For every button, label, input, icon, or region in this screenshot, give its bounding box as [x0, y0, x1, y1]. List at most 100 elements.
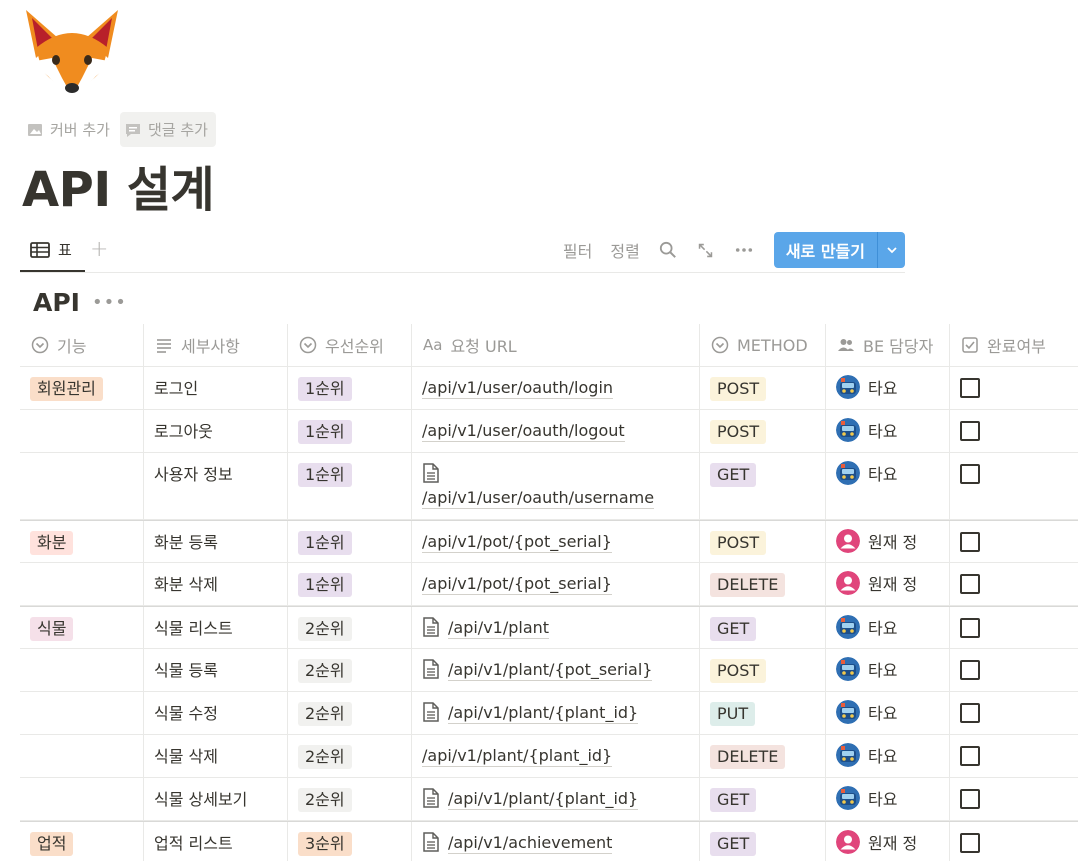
column-header-done[interactable]: 완료여부 — [950, 324, 1078, 366]
column-header-feature[interactable]: 기능 — [20, 324, 144, 366]
cell-feature[interactable] — [20, 563, 144, 605]
search-icon[interactable] — [658, 240, 678, 260]
done-checkbox[interactable] — [960, 464, 980, 484]
cell-feature[interactable]: 화분 — [20, 521, 144, 562]
column-header-priority[interactable]: 우선순위 — [288, 324, 412, 366]
expand-icon[interactable] — [696, 240, 716, 260]
cell-owner[interactable]: 타요 — [826, 735, 950, 777]
cell-owner[interactable]: 원재 정 — [826, 521, 950, 562]
sort-button[interactable]: 정렬 — [610, 238, 639, 262]
cell-method[interactable]: DELETE — [700, 563, 826, 605]
table-row[interactable]: 식물 등록 2순위/api/v1/plant/{pot_serial} POST 타요 — [20, 649, 1078, 692]
cell-feature[interactable]: 회원관리 — [20, 367, 144, 409]
url-link[interactable]: /api/v1/user/oauth/login — [422, 375, 614, 399]
table-row[interactable]: 사용자 정보 1순위/api/v1/user/oauth/username GET 타… — [20, 453, 1078, 520]
table-row[interactable]: 식물 식물 리스트 2순위/api/v1/plant GET 타요 — [20, 606, 1078, 649]
cell-detail[interactable]: 화분 삭제 — [144, 563, 288, 605]
url-link[interactable]: /api/v1/achievement — [448, 830, 613, 854]
cell-priority[interactable]: 1순위 — [288, 410, 412, 452]
cell-feature[interactable] — [20, 453, 144, 519]
url-link[interactable]: /api/v1/user/oauth/username — [422, 485, 655, 509]
cell-done[interactable] — [950, 822, 1078, 861]
url-link[interactable]: /api/v1/plant — [448, 615, 550, 639]
cell-url[interactable]: /api/v1/achievement — [412, 822, 700, 861]
cell-priority[interactable]: 3순위 — [288, 822, 412, 861]
cell-feature[interactable] — [20, 692, 144, 734]
cell-method[interactable]: GET — [700, 453, 826, 519]
cell-done[interactable] — [950, 692, 1078, 734]
cell-url[interactable]: /api/v1/user/oauth/login — [412, 367, 700, 409]
cell-detail[interactable]: 식물 수정 — [144, 692, 288, 734]
add-view-button[interactable]: + — [90, 237, 108, 262]
table-row[interactable]: 회원관리 로그인 1순위/api/v1/user/oauth/login POST 타요 — [20, 367, 1078, 410]
url-link[interactable]: /api/v1/user/oauth/logout — [422, 418, 625, 442]
done-checkbox[interactable] — [960, 703, 980, 723]
cell-method[interactable]: POST — [700, 649, 826, 691]
table-row[interactable]: 화분 화분 등록 1순위/api/v1/pot/{pot_serial} POST 원재… — [20, 520, 1078, 563]
cell-url[interactable]: /api/v1/plant/{pot_serial} — [412, 649, 700, 691]
cell-method[interactable]: DELETE — [700, 735, 826, 777]
cell-url[interactable]: /api/v1/plant/{plant_id} — [412, 692, 700, 734]
tab-table-view[interactable]: 표 — [20, 229, 85, 272]
cell-feature[interactable]: 식물 — [20, 607, 144, 648]
cell-owner[interactable]: 원재 정 — [826, 822, 950, 861]
cell-priority[interactable]: 1순위 — [288, 367, 412, 409]
table-row[interactable]: 화분 삭제 1순위/api/v1/pot/{pot_serial} DELETE 원재… — [20, 563, 1078, 606]
cell-owner[interactable]: 타요 — [826, 367, 950, 409]
cell-method[interactable]: GET — [700, 822, 826, 861]
done-checkbox[interactable] — [960, 574, 980, 594]
table-row[interactable]: 식물 상세보기 2순위/api/v1/plant/{plant_id} GET 타요 — [20, 778, 1078, 821]
done-checkbox[interactable] — [960, 833, 980, 853]
done-checkbox[interactable] — [960, 532, 980, 552]
cell-priority[interactable]: 1순위 — [288, 563, 412, 605]
cell-priority[interactable]: 1순위 — [288, 521, 412, 562]
cell-feature[interactable] — [20, 735, 144, 777]
cell-priority[interactable]: 1순위 — [288, 453, 412, 519]
cell-done[interactable] — [950, 607, 1078, 648]
cell-done[interactable] — [950, 521, 1078, 562]
cell-detail[interactable]: 식물 등록 — [144, 649, 288, 691]
cell-priority[interactable]: 2순위 — [288, 607, 412, 648]
fox-icon[interactable] — [22, 8, 122, 100]
cell-method[interactable]: PUT — [700, 692, 826, 734]
url-link[interactable]: /api/v1/plant/{plant_id} — [422, 743, 613, 767]
cell-url[interactable]: /api/v1/plant/{plant_id} — [412, 735, 700, 777]
cell-owner[interactable]: 원재 정 — [826, 563, 950, 605]
more-icon[interactable] — [734, 240, 754, 260]
cell-url[interactable]: /api/v1/plant — [412, 607, 700, 648]
table-row[interactable]: 식물 수정 2순위/api/v1/plant/{plant_id} PUT 타요 — [20, 692, 1078, 735]
cell-owner[interactable]: 타요 — [826, 607, 950, 648]
database-more-icon[interactable]: ••• — [92, 292, 127, 313]
filter-button[interactable]: 필터 — [563, 238, 592, 262]
url-link[interactable]: /api/v1/plant/{plant_id} — [448, 700, 639, 724]
new-button[interactable]: 새로 만들기 — [773, 232, 877, 268]
cell-method[interactable]: GET — [700, 607, 826, 648]
add-cover-button[interactable]: 커버 추가 — [22, 112, 118, 147]
cell-detail[interactable]: 로그인 — [144, 367, 288, 409]
cell-detail[interactable]: 화분 등록 — [144, 521, 288, 562]
cell-owner[interactable]: 타요 — [826, 692, 950, 734]
cell-owner[interactable]: 타요 — [826, 410, 950, 452]
done-checkbox[interactable] — [960, 378, 980, 398]
cell-detail[interactable]: 사용자 정보 — [144, 453, 288, 519]
cell-done[interactable] — [950, 563, 1078, 605]
cell-method[interactable]: POST — [700, 367, 826, 409]
cell-owner[interactable]: 타요 — [826, 778, 950, 820]
done-checkbox[interactable] — [960, 789, 980, 809]
cell-detail[interactable]: 업적 리스트 — [144, 822, 288, 861]
column-header-owner[interactable]: BE 담당자 — [826, 324, 950, 366]
cell-done[interactable] — [950, 367, 1078, 409]
cell-method[interactable]: POST — [700, 410, 826, 452]
column-header-method[interactable]: METHOD — [700, 324, 826, 366]
cell-method[interactable]: GET — [700, 778, 826, 820]
cell-priority[interactable]: 2순위 — [288, 778, 412, 820]
cell-priority[interactable]: 2순위 — [288, 692, 412, 734]
cell-owner[interactable]: 타요 — [826, 453, 950, 519]
cell-done[interactable] — [950, 735, 1078, 777]
cell-done[interactable] — [950, 649, 1078, 691]
cell-priority[interactable]: 2순위 — [288, 735, 412, 777]
url-link[interactable]: /api/v1/pot/{pot_serial} — [422, 571, 612, 595]
cell-url[interactable]: /api/v1/user/oauth/username — [412, 453, 700, 519]
cell-url[interactable]: /api/v1/user/oauth/logout — [412, 410, 700, 452]
cell-detail[interactable]: 로그아웃 — [144, 410, 288, 452]
